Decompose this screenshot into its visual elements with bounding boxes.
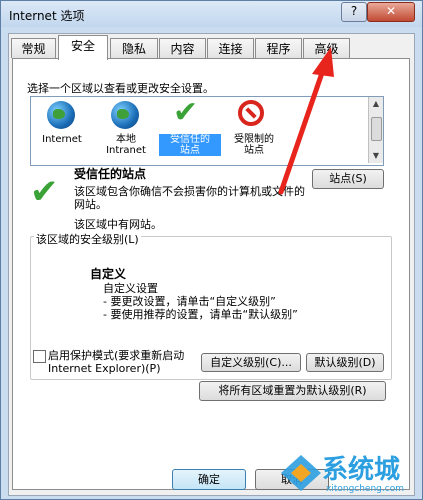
tab-security[interactable]: 安全 <box>58 35 108 60</box>
watermark-brand: 系统城 <box>322 455 401 485</box>
watermark-url: xitongcheng.com <box>326 484 404 494</box>
annotation-arrow-icon <box>278 47 334 195</box>
